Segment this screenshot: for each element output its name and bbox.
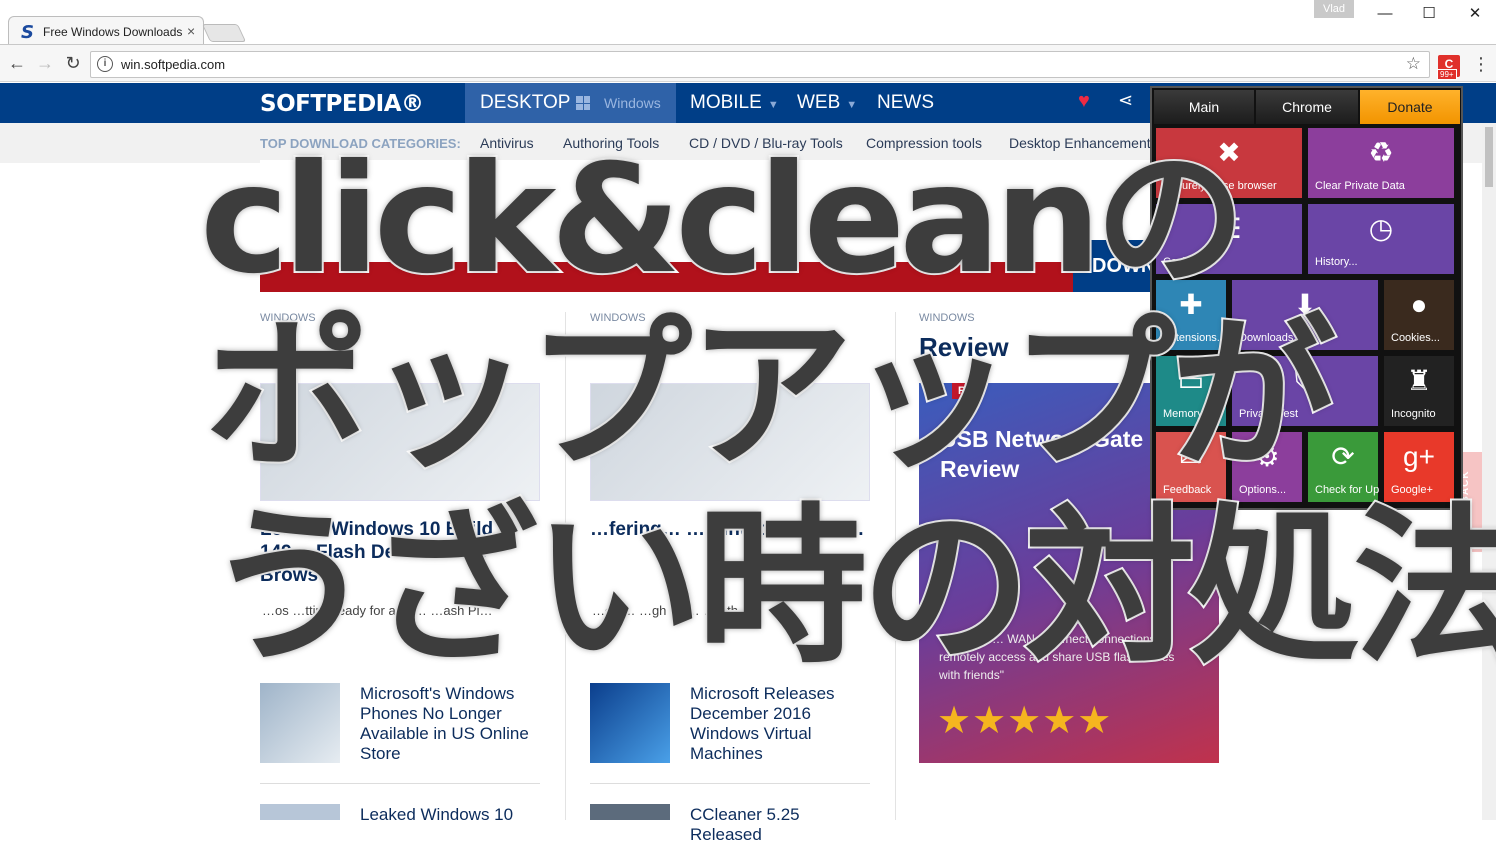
nav-windows[interactable]: Windows [604, 95, 661, 111]
cookie-icon: ● [1410, 289, 1428, 320]
rating-stars-icon: ★★★★★ [937, 700, 1113, 742]
back-arrow-icon[interactable]: ← [6, 53, 28, 74]
nav-desktop[interactable]: DESKTOP [480, 92, 570, 114]
caption-line-1: click&cleanの [198, 133, 1247, 307]
forward-arrow-icon[interactable]: → [34, 53, 56, 74]
caption-line-3: うざい時の対処法 [203, 489, 1496, 687]
nav-web[interactable]: WEB ▼ [797, 92, 857, 114]
divider [590, 783, 870, 784]
windows-logo-icon [576, 96, 590, 110]
browser-tab[interactable]: S Free Windows Downloads × [8, 16, 204, 46]
minimize-button[interactable]: — [1370, 2, 1400, 26]
story-title[interactable]: Leaked Windows 10 [360, 805, 540, 825]
close-window-button[interactable]: ✕ [1460, 2, 1490, 26]
popup-tile-spy[interactable]: ♜ Incognito [1384, 356, 1454, 426]
tab-close-icon[interactable]: × [187, 23, 195, 39]
address-bar[interactable]: i win.softpedia.com ☆ [90, 51, 1430, 78]
story-title[interactable]: Microsoft's Windows Phones No Longer Ava… [360, 684, 540, 764]
popup-tile-label: Cookies... [1391, 332, 1440, 344]
chrome-menu-icon[interactable]: ⋮ [1472, 54, 1490, 75]
story-thumbnail[interactable] [590, 804, 670, 820]
tab-chrome[interactable]: Chrome [1256, 90, 1358, 124]
chevron-down-icon: ▼ [767, 99, 779, 111]
story-thumbnail[interactable] [260, 683, 340, 763]
popup-tile-cookie[interactable]: ● Cookies... [1384, 280, 1454, 350]
nav-news[interactable]: NEWS [877, 92, 934, 114]
divider [260, 783, 540, 784]
tab-title: Free Windows Downloads [43, 25, 183, 39]
clock-icon: ◷ [1368, 213, 1394, 244]
caption-line-2: ポップアップが [203, 299, 1338, 491]
recycle-icon: ♻ [1368, 137, 1394, 168]
reload-icon[interactable]: ↻ [62, 53, 84, 74]
new-tab-button[interactable] [201, 24, 247, 42]
tab-strip: S Free Windows Downloads × Vlad — ☐ ✕ [0, 0, 1496, 46]
bookmark-star-icon[interactable]: ☆ [1406, 54, 1421, 74]
site-info-icon[interactable]: i [97, 56, 113, 72]
maximize-button[interactable]: ☐ [1414, 2, 1444, 26]
story-title[interactable]: Microsoft Releases December 2016 Windows… [690, 684, 870, 764]
softpedia-favicon-icon: S [21, 22, 34, 43]
nav-mobile[interactable]: MOBILE ▼ [690, 92, 779, 114]
page-scrollbar[interactable] [1482, 123, 1496, 820]
popup-tile-recycle[interactable]: ♻ Clear Private Data [1308, 128, 1454, 198]
story-thumbnail[interactable] [590, 683, 670, 763]
google-plus-icon: g+ [1403, 441, 1435, 472]
extension-badge: 99+ [1437, 69, 1457, 80]
popup-tile-label: Clear Private Data [1315, 180, 1405, 192]
share-icon[interactable]: ⋖ [1118, 90, 1133, 111]
story-title[interactable]: CCleaner 5.25 Released [690, 805, 870, 845]
chevron-down-icon: ▼ [846, 99, 858, 111]
url-text[interactable]: win.softpedia.com [121, 57, 225, 72]
browser-toolbar: ← → ↻ i win.softpedia.com ☆ C 99+ ⋮ [0, 44, 1496, 82]
softpedia-logo[interactable]: SOFTPEDIA® [260, 91, 424, 117]
popup-tile-clock[interactable]: ◷ History... [1308, 204, 1454, 274]
nav-mobile-label: MOBILE [690, 92, 762, 113]
scrollbar-thumb[interactable] [1485, 127, 1493, 187]
tab-donate[interactable]: Donate [1360, 90, 1460, 124]
nav-web-label: WEB [797, 92, 841, 113]
popup-tile-label: History... [1315, 256, 1358, 268]
popup-tile-label: Incognito [1391, 408, 1436, 420]
tab-main[interactable]: Main [1154, 90, 1254, 124]
spy-icon: ♜ [1406, 365, 1432, 396]
heart-icon[interactable]: ♥ [1078, 90, 1090, 113]
story-thumbnail[interactable] [260, 804, 340, 820]
profile-badge[interactable]: Vlad [1314, 0, 1354, 18]
